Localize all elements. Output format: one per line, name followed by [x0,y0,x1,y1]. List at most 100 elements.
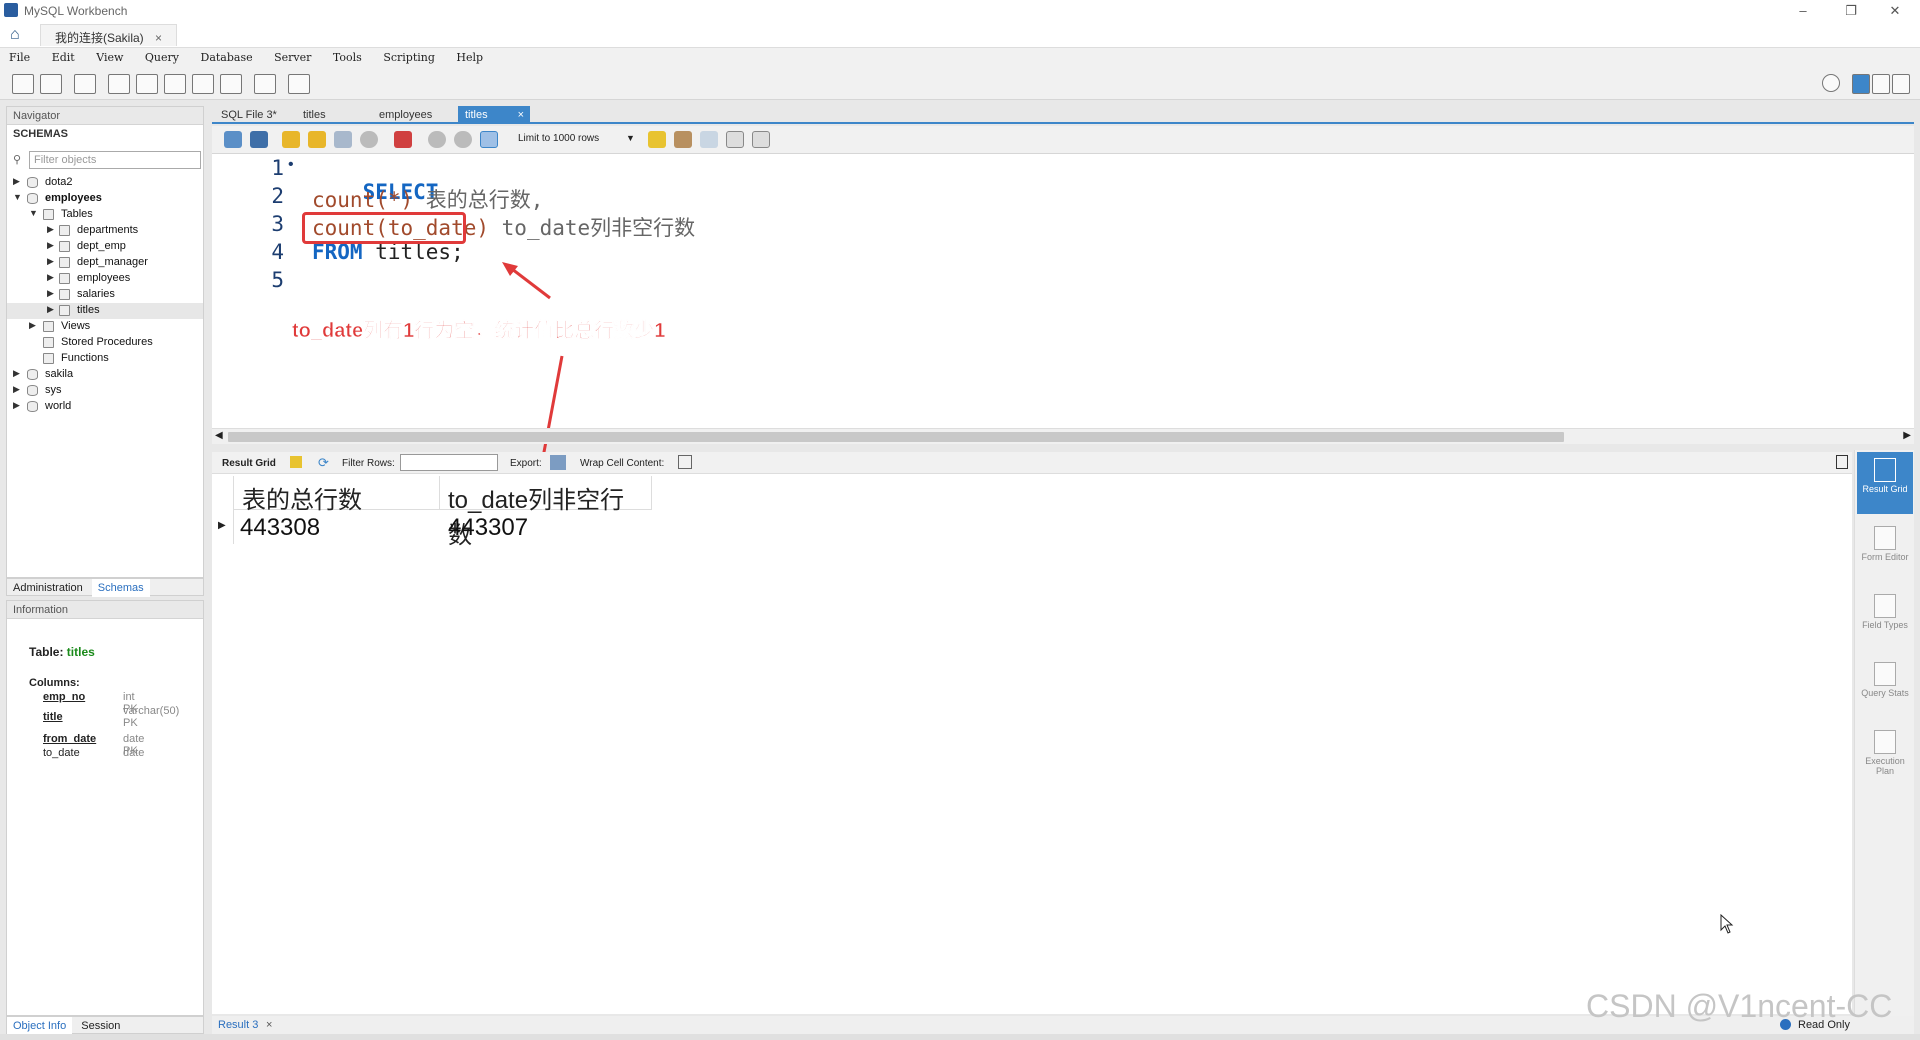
tab-schemas[interactable]: Schemas [91,579,150,597]
tree-node-dota2[interactable]: ▶ dota2 [7,175,203,191]
home-icon[interactable]: ⌂ [10,26,30,44]
toggle-stop-on-error-icon[interactable] [394,131,412,148]
toggle-secondary-sidebar-icon[interactable] [1892,74,1910,94]
tree-node-table[interactable]: ▶ employees [7,271,203,287]
result-grid-label[interactable]: Result Grid [222,458,276,469]
tree-node-world[interactable]: ▶ world [7,399,203,415]
tree-node-views[interactable]: ▶ Views [7,319,203,335]
editor-horizontal-scrollbar[interactable]: ◀ ▶ [212,428,1914,444]
tree-node-table[interactable]: ▶ dept_emp [7,239,203,255]
sql-editor[interactable]: 1 • 2 3 4 5 SELECT count(*) 表的总行数, count… [212,154,1914,428]
tree-node-table[interactable]: ▶ departments [7,223,203,239]
tree-node-table-selected[interactable]: ▶ titles [7,303,203,319]
tree-node-sys[interactable]: ▶ sys [7,383,203,399]
toggle-output-icon[interactable] [1872,74,1890,94]
expand-arrow-icon[interactable]: ▶ [13,368,20,379]
field-types-button[interactable]: Field Types [1857,588,1913,650]
menu-tools[interactable]: Tools [333,48,362,64]
connection-tab[interactable]: 我的连接(Sakila) × [40,24,178,46]
menu-scripting[interactable]: Scripting [383,48,435,64]
tab-sql-file-3[interactable]: SQL File 3* [214,106,284,124]
filter-objects-input[interactable]: Filter objects [29,151,201,169]
expand-arrow-icon[interactable]: ▶ [47,256,54,267]
tree-node-tables[interactable]: ▼ Tables [7,207,203,223]
expand-arrow-icon[interactable]: ▶ [47,224,54,235]
collapse-arrow-icon[interactable]: ▼ [13,192,22,202]
tab-result-3[interactable]: Result 3 [218,1019,258,1031]
close-tab-icon[interactable]: × [518,109,524,121]
close-window-button[interactable]: ✕ [1880,2,1910,20]
create-procedure-icon[interactable] [192,74,214,94]
expand-arrow-icon[interactable]: ▶ [29,320,36,331]
grid-cell[interactable]: 443308 [234,510,440,544]
menu-view[interactable]: View [96,48,123,64]
grid-column-header[interactable]: 表的总行数 [234,476,440,514]
find-icon[interactable] [700,131,718,148]
expand-arrow-icon[interactable]: ▶ [13,384,20,395]
close-connection-tab-icon[interactable]: × [155,31,162,45]
tab-administration[interactable]: Administration [7,579,89,597]
explain-icon[interactable] [334,131,352,148]
result-grid-button[interactable]: Result Grid [1857,452,1913,514]
tree-node-table[interactable]: ▶ dept_manager [7,255,203,271]
menu-database[interactable]: Database [201,48,253,64]
tree-node-sakila[interactable]: ▶ sakila [7,367,203,383]
commit-icon[interactable] [428,131,446,148]
tree-node-employees[interactable]: ▼ employees [7,191,203,207]
menu-query[interactable]: Query [145,48,179,64]
rollback-icon[interactable] [454,131,472,148]
query-stats-button[interactable]: Query Stats [1857,656,1913,718]
close-result-tab-icon[interactable]: × [266,1019,272,1031]
search-table-data-icon[interactable] [254,74,276,94]
expand-arrow-icon[interactable]: ▶ [13,400,20,411]
create-function-icon[interactable] [220,74,242,94]
open-sql-script-icon[interactable] [40,74,62,94]
stop-icon[interactable] [360,131,378,148]
autocommit-icon[interactable] [480,131,498,148]
tab-titles[interactable]: titles [296,106,333,124]
create-view-icon[interactable] [164,74,186,94]
grid-column-header[interactable]: to_date列非空行数 [440,476,652,549]
tree-node-functions[interactable]: Functions [7,351,203,367]
wrap-cell-icon[interactable] [678,455,692,469]
refresh-icon[interactable]: ⟳ [318,455,329,471]
tab-employees[interactable]: employees [372,106,439,124]
toggle-sidebar-icon[interactable] [1852,74,1870,94]
menu-file[interactable]: File [9,48,30,64]
execute-icon[interactable] [282,131,300,148]
export-icon[interactable] [550,455,566,470]
save-icon[interactable] [250,131,268,148]
minimize-button[interactable]: – [1788,2,1818,20]
grid-cell[interactable]: 443307 [442,510,652,544]
toggle-result-panel-icon[interactable] [1836,455,1848,469]
expand-arrow-icon[interactable]: ▶ [47,304,54,315]
execution-plan-button[interactable]: Execution Plan [1857,724,1913,786]
reconnect-icon[interactable] [288,74,310,94]
expand-arrow-icon[interactable]: ▶ [47,240,54,251]
collapse-arrow-icon[interactable]: ▼ [29,208,38,218]
filter-rows-input[interactable] [400,454,498,471]
menu-edit[interactable]: Edit [52,48,75,64]
limit-rows-select[interactable]: Limit to 1000 rows [518,133,599,144]
restore-button[interactable]: ❐ [1836,2,1866,20]
tab-titles-active[interactable]: titles × [458,106,530,124]
expand-arrow-icon[interactable]: ▶ [13,176,20,187]
beautify-icon[interactable] [674,131,692,148]
settings-gear-icon[interactable] [1822,74,1840,92]
open-file-icon[interactable] [224,131,242,148]
tree-node-table[interactable]: ▶ salaries [7,287,203,303]
grid-icon[interactable] [290,456,302,468]
chevron-down-icon[interactable]: ▼ [626,133,635,143]
menu-help[interactable]: Help [456,48,483,64]
new-sql-tab-icon[interactable] [12,74,34,94]
create-schema-icon[interactable] [108,74,130,94]
add-snippet-icon[interactable] [648,131,666,148]
tab-object-info[interactable]: Object Info [7,1017,73,1035]
form-editor-button[interactable]: Form Editor [1857,520,1913,582]
inspector-icon[interactable] [74,74,96,94]
tree-node-stored-procedures[interactable]: Stored Procedures [7,335,203,351]
wrap-lines-icon[interactable] [752,131,770,148]
expand-arrow-icon[interactable]: ▶ [47,272,54,283]
expand-arrow-icon[interactable]: ▶ [47,288,54,299]
scrollbar-thumb[interactable] [228,432,1564,442]
